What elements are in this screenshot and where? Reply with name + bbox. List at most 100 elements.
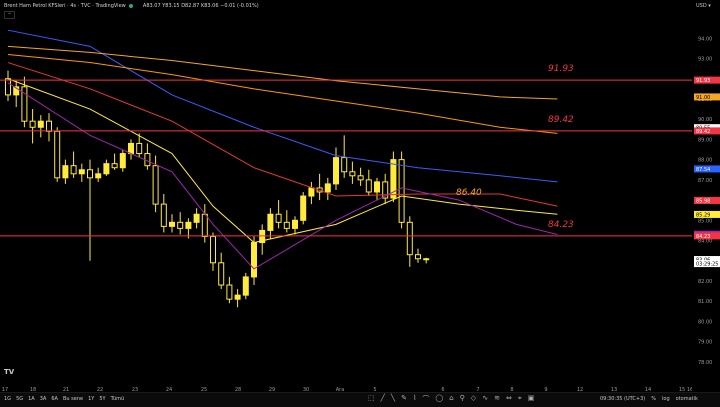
price-tick-label: 78.00 — [698, 360, 712, 366]
auto-scale-toggle[interactable]: otomatik — [676, 396, 698, 402]
price-badge-label: 91.93 — [696, 78, 710, 84]
candle-body — [152, 165, 159, 205]
candle-body — [37, 120, 44, 128]
price-tick-label: 94.00 — [698, 36, 712, 42]
price-tick-label: 90.00 — [698, 117, 712, 123]
price-badge-label: 89.42 — [696, 129, 710, 135]
candle-body — [5, 78, 11, 96]
drawing-tool-icon[interactable]: ◯ — [435, 394, 443, 404]
candle-body — [119, 153, 126, 169]
range-button[interactable]: Bu sene — [63, 396, 83, 402]
candle-body — [300, 195, 307, 221]
candle-body — [292, 219, 298, 229]
candle-body — [275, 213, 282, 223]
price-chart[interactable]: 91.93 89.42 84.23 86.40 — [0, 0, 692, 380]
candle-body — [251, 242, 257, 278]
range-button[interactable]: 1Y — [88, 396, 94, 402]
candle-body — [398, 159, 405, 223]
range-button[interactable]: 5G — [16, 396, 23, 402]
candle-body — [234, 294, 241, 300]
drawing-tool-icon[interactable]: ⌒ — [422, 394, 429, 404]
range-button[interactable]: 1A — [28, 396, 35, 402]
chart-legend: Brent Ham Petrol KFSleri · 4s · TVC · Tr… — [4, 3, 259, 9]
candle-body — [78, 169, 85, 175]
drawing-tools: ⬚ ╱ ╲ ✎ ⌇ ⌒ ◯ ⌂ ⚲ ◇ ∿ ≋ ⇔ ⌖ ▣ — [368, 394, 534, 404]
range-button[interactable]: 1G — [4, 396, 11, 402]
price-badge-label: 87.54 — [696, 167, 710, 173]
candle-body — [201, 213, 208, 237]
candle-body — [62, 165, 69, 179]
drawing-tool-icon[interactable]: ∿ — [482, 394, 488, 404]
candle-body — [54, 130, 61, 179]
time-axis[interactable]: 17 18 21 22 23 24 25 28 29 30 Ara 5 6 7 8 9 12 13 14 15 16 — [0, 380, 693, 393]
range-button[interactable]: Tümü — [111, 396, 125, 402]
currency-label: USD ▾ — [696, 3, 711, 9]
drawing-tool-icon[interactable]: ◇ — [471, 394, 476, 404]
candle-body — [29, 120, 36, 128]
ma-gold-line — [7, 45, 558, 100]
candle-body — [357, 175, 364, 181]
candle-body — [308, 187, 315, 197]
price-tick-label: 88.00 — [698, 158, 712, 164]
range-button[interactable]: 3A — [40, 396, 47, 402]
drawing-tool-icon[interactable]: ▣ — [528, 394, 535, 404]
price-axis[interactable]: USD ▾94.0093.0092.0091.0090.0089.0088.00… — [692, 0, 720, 380]
price-tick-label: 79.00 — [698, 340, 712, 346]
price-tick-label: 85.00 — [698, 218, 712, 224]
candle-body — [111, 163, 118, 169]
drawing-tool-icon[interactable]: ╲ — [391, 394, 395, 404]
clock-display: 09:30:35 (UTC+3) — [600, 396, 646, 402]
percent-scale-toggle[interactable]: % — [651, 396, 656, 402]
price-annotation: 86.40 — [456, 188, 482, 198]
market-status-icon — [129, 3, 134, 8]
drawing-tool-icon[interactable]: ╱ — [381, 394, 385, 404]
candle-body — [103, 163, 110, 175]
price-tick-label: 89.00 — [698, 137, 712, 143]
drawing-tool-icon[interactable]: ⌂ — [449, 394, 453, 404]
drawing-tool-icon[interactable]: ⌇ — [413, 394, 416, 404]
drawing-tool-icon[interactable]: ⚲ — [460, 394, 465, 404]
candle-body — [423, 258, 430, 261]
range-button[interactable]: 5Y — [99, 396, 105, 402]
candle-body — [210, 235, 216, 264]
log-scale-toggle[interactable]: log — [662, 396, 670, 402]
collapse-legend-button[interactable]: ^ — [4, 11, 15, 19]
tradingview-logo: TV — [4, 368, 15, 376]
candle-body — [185, 221, 192, 229]
symbol-title: Brent Ham Petrol KFSleri · 4s · TVC · Tr… — [4, 3, 126, 9]
candle-body — [177, 221, 184, 229]
price-axis-svg[interactable]: USD ▾94.0093.0092.0091.0090.0089.0088.00… — [692, 0, 720, 380]
price-badge-label: 03:29:25 — [696, 262, 718, 268]
range-button[interactable]: 6A — [51, 396, 58, 402]
candle-body — [242, 276, 249, 296]
drawing-tool-icon[interactable]: ⬚ — [368, 394, 375, 404]
candle-body — [406, 221, 413, 256]
candle-body — [283, 221, 290, 229]
candle-body — [226, 284, 233, 300]
candle-body — [136, 142, 143, 155]
candle-body — [95, 173, 102, 179]
drawing-tool-icon[interactable]: ✎ — [401, 394, 407, 404]
price-badge-label: 91.00 — [696, 95, 710, 101]
range-buttons: 1G 5G 1A 3A 6A Bu sene 1Y 5Y Tümü — [4, 396, 124, 402]
candle-body — [374, 181, 380, 193]
chart-area[interactable]: 91.93 89.42 84.23 86.40 Brent Ham Petrol KF… — [0, 0, 692, 380]
price-tick-label: 87.00 — [698, 178, 712, 184]
ohlc-values: A83.07 Y83.15 D82.87 K83.06 −0.01 (-0.01… — [142, 3, 259, 9]
drawing-tool-icon[interactable]: ⇔ — [506, 394, 512, 404]
candle-body — [128, 142, 134, 155]
candle-body — [349, 171, 356, 177]
candle-body — [169, 221, 175, 227]
candle-body — [267, 213, 274, 231]
candle-body — [415, 254, 421, 260]
candle-body — [365, 179, 372, 193]
price-tick-label: 82.00 — [698, 279, 712, 285]
candle-body — [160, 203, 167, 227]
drawing-tool-icon[interactable]: ⌖ — [518, 394, 522, 404]
candle-body — [333, 157, 339, 185]
chart-settings: 09:30:35 (UTC+3) % log otomatik — [600, 396, 698, 402]
level-label: 89.42 — [548, 115, 574, 125]
candle-body — [87, 169, 93, 179]
drawing-tool-icon[interactable]: ≋ — [494, 394, 500, 404]
candle-body — [193, 213, 200, 223]
